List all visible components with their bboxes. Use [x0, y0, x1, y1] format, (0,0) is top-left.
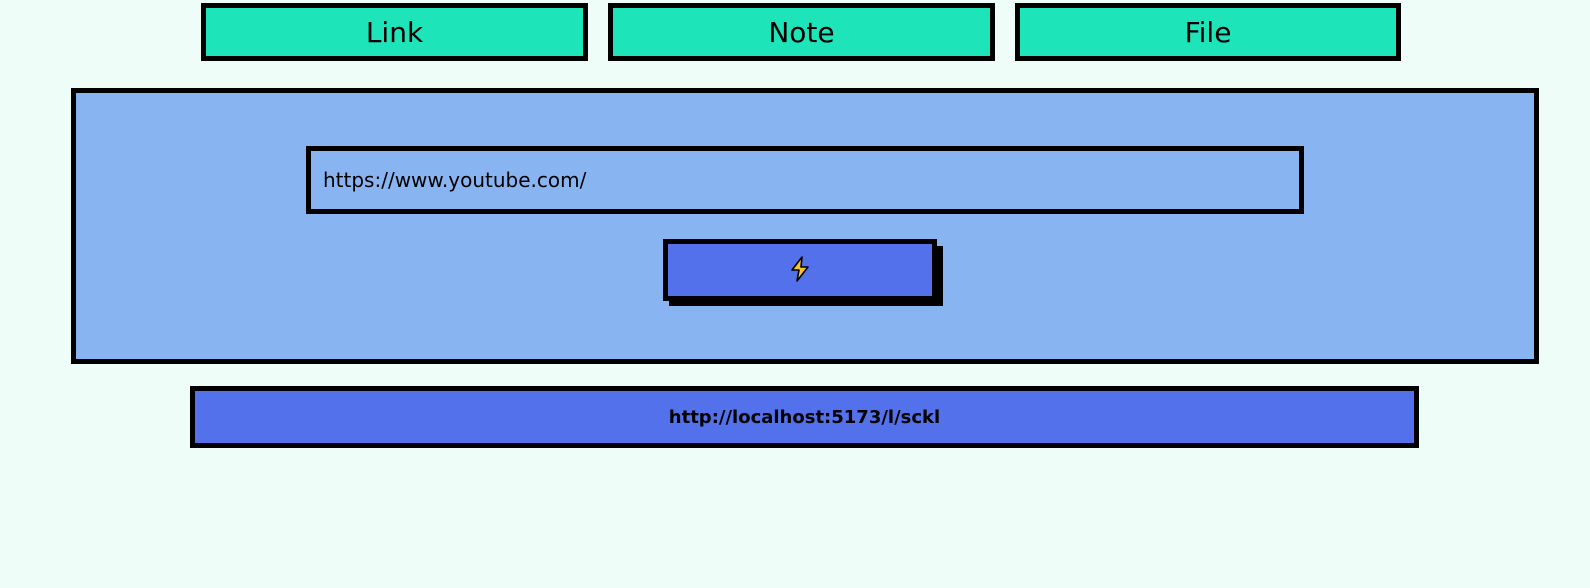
short-url-link[interactable]: http://localhost:5173/l/sckl	[669, 407, 940, 428]
tab-link[interactable]: Link	[201, 3, 588, 61]
shorten-button[interactable]	[663, 239, 937, 301]
mode-tabs: Link Note File	[201, 3, 1401, 61]
tab-file[interactable]: File	[1015, 3, 1401, 61]
short-url-result: http://localhost:5173/l/sckl	[190, 386, 1419, 448]
link-form-panel	[71, 88, 1539, 364]
url-input[interactable]	[306, 146, 1304, 214]
tab-note[interactable]: Note	[608, 3, 995, 61]
lightning-icon	[788, 255, 812, 285]
